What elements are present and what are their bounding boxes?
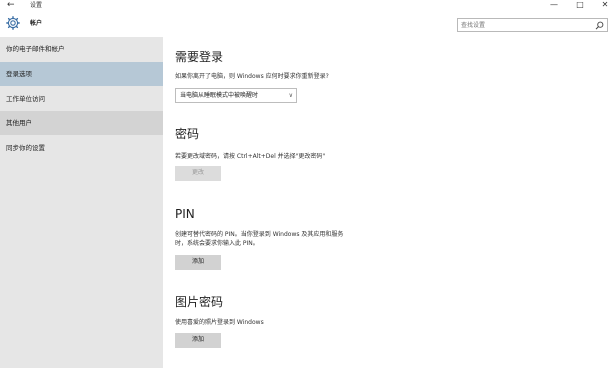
- add-picture-password-button[interactable]: 添加: [175, 333, 221, 348]
- search-input[interactable]: [461, 19, 591, 31]
- sidebar-item-other-users[interactable]: 其他用户: [0, 111, 163, 135]
- sidebar-item-email-accounts[interactable]: 你的电子邮件和帐户: [0, 37, 163, 61]
- search-box[interactable]: [457, 18, 608, 32]
- change-password-button[interactable]: 更改: [175, 166, 221, 181]
- minimize-button[interactable]: —: [547, 0, 561, 10]
- picture-password-description: 使用喜爱的照片登录到 Windows: [175, 319, 264, 326]
- maximize-button[interactable]: □: [573, 0, 587, 10]
- password-description: 若要更改域密码，请按 Ctrl+Alt+Del 并选择"更改密码": [175, 153, 326, 160]
- add-pin-button[interactable]: 添加: [175, 255, 221, 270]
- section-title-picture-password: 图片密码: [175, 295, 224, 309]
- require-signin-description: 如果你离开了电脑，则 Windows 应何时要求你重新登录?: [175, 73, 329, 80]
- close-button[interactable]: ✕: [598, 0, 612, 10]
- page-title: 帐户: [30, 20, 43, 27]
- page-header: 帐户: [0, 12, 616, 36]
- require-signin-dropdown[interactable]: 当电脑从睡眠模式中被唤醒时 ∨: [175, 88, 297, 103]
- section-title-password: 密码: [175, 127, 200, 141]
- chevron-down-icon: ∨: [288, 92, 293, 99]
- search-icon[interactable]: [595, 21, 604, 30]
- sidebar-item-work-access[interactable]: 工作单位访问: [0, 87, 163, 111]
- main-content: 需要登录 如果你离开了电脑，则 Windows 应何时要求你重新登录? 当电脑从…: [163, 37, 616, 368]
- section-title-require-signin: 需要登录: [175, 50, 224, 64]
- dropdown-value: 当电脑从睡眠模式中被唤醒时: [180, 92, 259, 99]
- gear-icon: [6, 16, 20, 30]
- sidebar-item-sync-settings[interactable]: 同步你的设置: [0, 136, 163, 160]
- back-arrow-icon[interactable]: ←: [7, 0, 15, 11]
- section-title-pin: PIN: [175, 207, 195, 221]
- sidebar: 你的电子邮件和帐户 登录选项 工作单位访问 其他用户 同步你的设置: [0, 37, 163, 368]
- window-title: 设置: [30, 2, 43, 9]
- pin-description-line2: 时，系统会要求你输入此 PIN。: [175, 240, 259, 247]
- title-bar: ← 设置 — □ ✕: [0, 0, 616, 12]
- sidebar-item-signin-options[interactable]: 登录选项: [0, 62, 163, 86]
